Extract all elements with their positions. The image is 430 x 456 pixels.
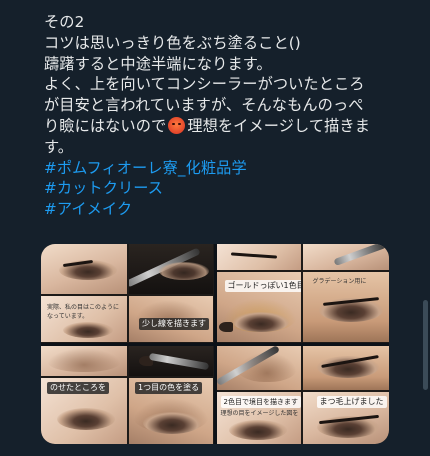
brush-image (148, 352, 210, 370)
photo-note: グラデーション用に (312, 278, 367, 285)
eyeliner-stroke (230, 252, 277, 259)
photo-panel (302, 244, 389, 270)
tweet-post: その2 コツは思いっきり色をぶち塗ること() 躊躇すると中途半端になります。 よ… (0, 0, 430, 456)
photo-panel: 1つ目の色を塗る (129, 377, 213, 444)
photo-note: 実際、私の目はこのように (47, 304, 120, 311)
photo-panel (129, 345, 213, 376)
eye-image (159, 262, 209, 280)
hashtag-link[interactable]: #ポムフィオーレ寮_化粧品学 (44, 158, 424, 179)
eye-image (63, 322, 113, 338)
media-photo-1[interactable]: 実際、私の目はこのように なっています。 少し線を描きます (41, 244, 214, 343)
photo-caption: のせたところを (47, 381, 109, 394)
tweet-line-part: 理想をイメージして描きま (187, 116, 371, 135)
photo-caption: ゴールドっぽい1色目 (224, 280, 301, 292)
tweet-line: り瞼にはないので 理想をイメージして描きま (44, 116, 424, 137)
tweet-line: す。 (44, 137, 74, 156)
page-scrollbar[interactable] (423, 300, 428, 390)
photo-panel (302, 345, 389, 390)
tweet-line: が目安と言われていますが、そんなもんのっぺ (44, 96, 364, 115)
photo-caption: 1つ目の色を塗る (135, 381, 203, 394)
hashtag-link[interactable]: #アイメイク (44, 199, 424, 220)
tweet-line: コツは思いっきり色をぶち塗ること() (44, 33, 301, 52)
photo-panel (216, 244, 301, 270)
photo-panel: ゴールドっぽい1色目 (216, 272, 301, 342)
photo-caption: 少し線を描きます (139, 318, 209, 330)
eye-image (143, 411, 201, 434)
photo-caption: 2色目で境目を描きます (220, 395, 301, 408)
photo-panel (41, 244, 127, 294)
media-photo-4[interactable]: 2色目で境目を描きます 理想の目をイメージした図を まつ毛上げました (216, 345, 389, 444)
eyelid-shading (236, 351, 297, 382)
photo-note: なっています。 (47, 313, 89, 320)
photo-panel (41, 345, 127, 376)
eyelid-shading (47, 347, 121, 372)
eye-image (228, 419, 287, 440)
photo-note: 理想の目をイメージした図を (220, 409, 299, 417)
photo-panel: まつ毛上げました (302, 391, 389, 444)
eye-image (57, 407, 115, 430)
tweet-line: よく、上を向いてコンシーラーがついたところ (44, 75, 365, 94)
photo-panel: グラデーション用に (302, 272, 389, 342)
media-grid[interactable]: 実際、私の目はこのように なっています。 少し線を描きます ゴールドっぽい1色目… (41, 244, 389, 444)
tweet-line-part: り瞼にはないので (44, 116, 167, 135)
media-photo-2[interactable]: ゴールドっぽい1色目 グラデーション用に (216, 244, 389, 343)
hashtag-link[interactable]: #カットクリース (44, 178, 424, 199)
photo-panel (129, 244, 213, 294)
tweet-line: 躊躇すると中途半端になります。 (44, 54, 272, 73)
photo-panel: 実際、私の目はこのように なっています。 (41, 296, 127, 342)
media-photo-3[interactable]: のせたところを 1つ目の色を塗る (41, 345, 214, 444)
tweet-text: その2 コツは思いっきり色をぶち塗ること() 躊躇すると中途半端になります。 よ… (44, 12, 424, 220)
eye-image (232, 312, 289, 332)
photo-panel: 少し線を描きます (129, 296, 213, 342)
photo-panel (216, 345, 301, 390)
tweet-line: その2 (44, 13, 85, 31)
photo-caption: まつ毛上げました (316, 395, 387, 408)
brush-image (332, 244, 387, 267)
brush-tip-image (218, 322, 233, 332)
photo-panel: のせたところを (41, 377, 127, 444)
angry-face-symbols-emoji-icon (168, 116, 186, 134)
photo-panel: 2色目で境目を描きます 理想の目をイメージした図を (216, 391, 301, 444)
